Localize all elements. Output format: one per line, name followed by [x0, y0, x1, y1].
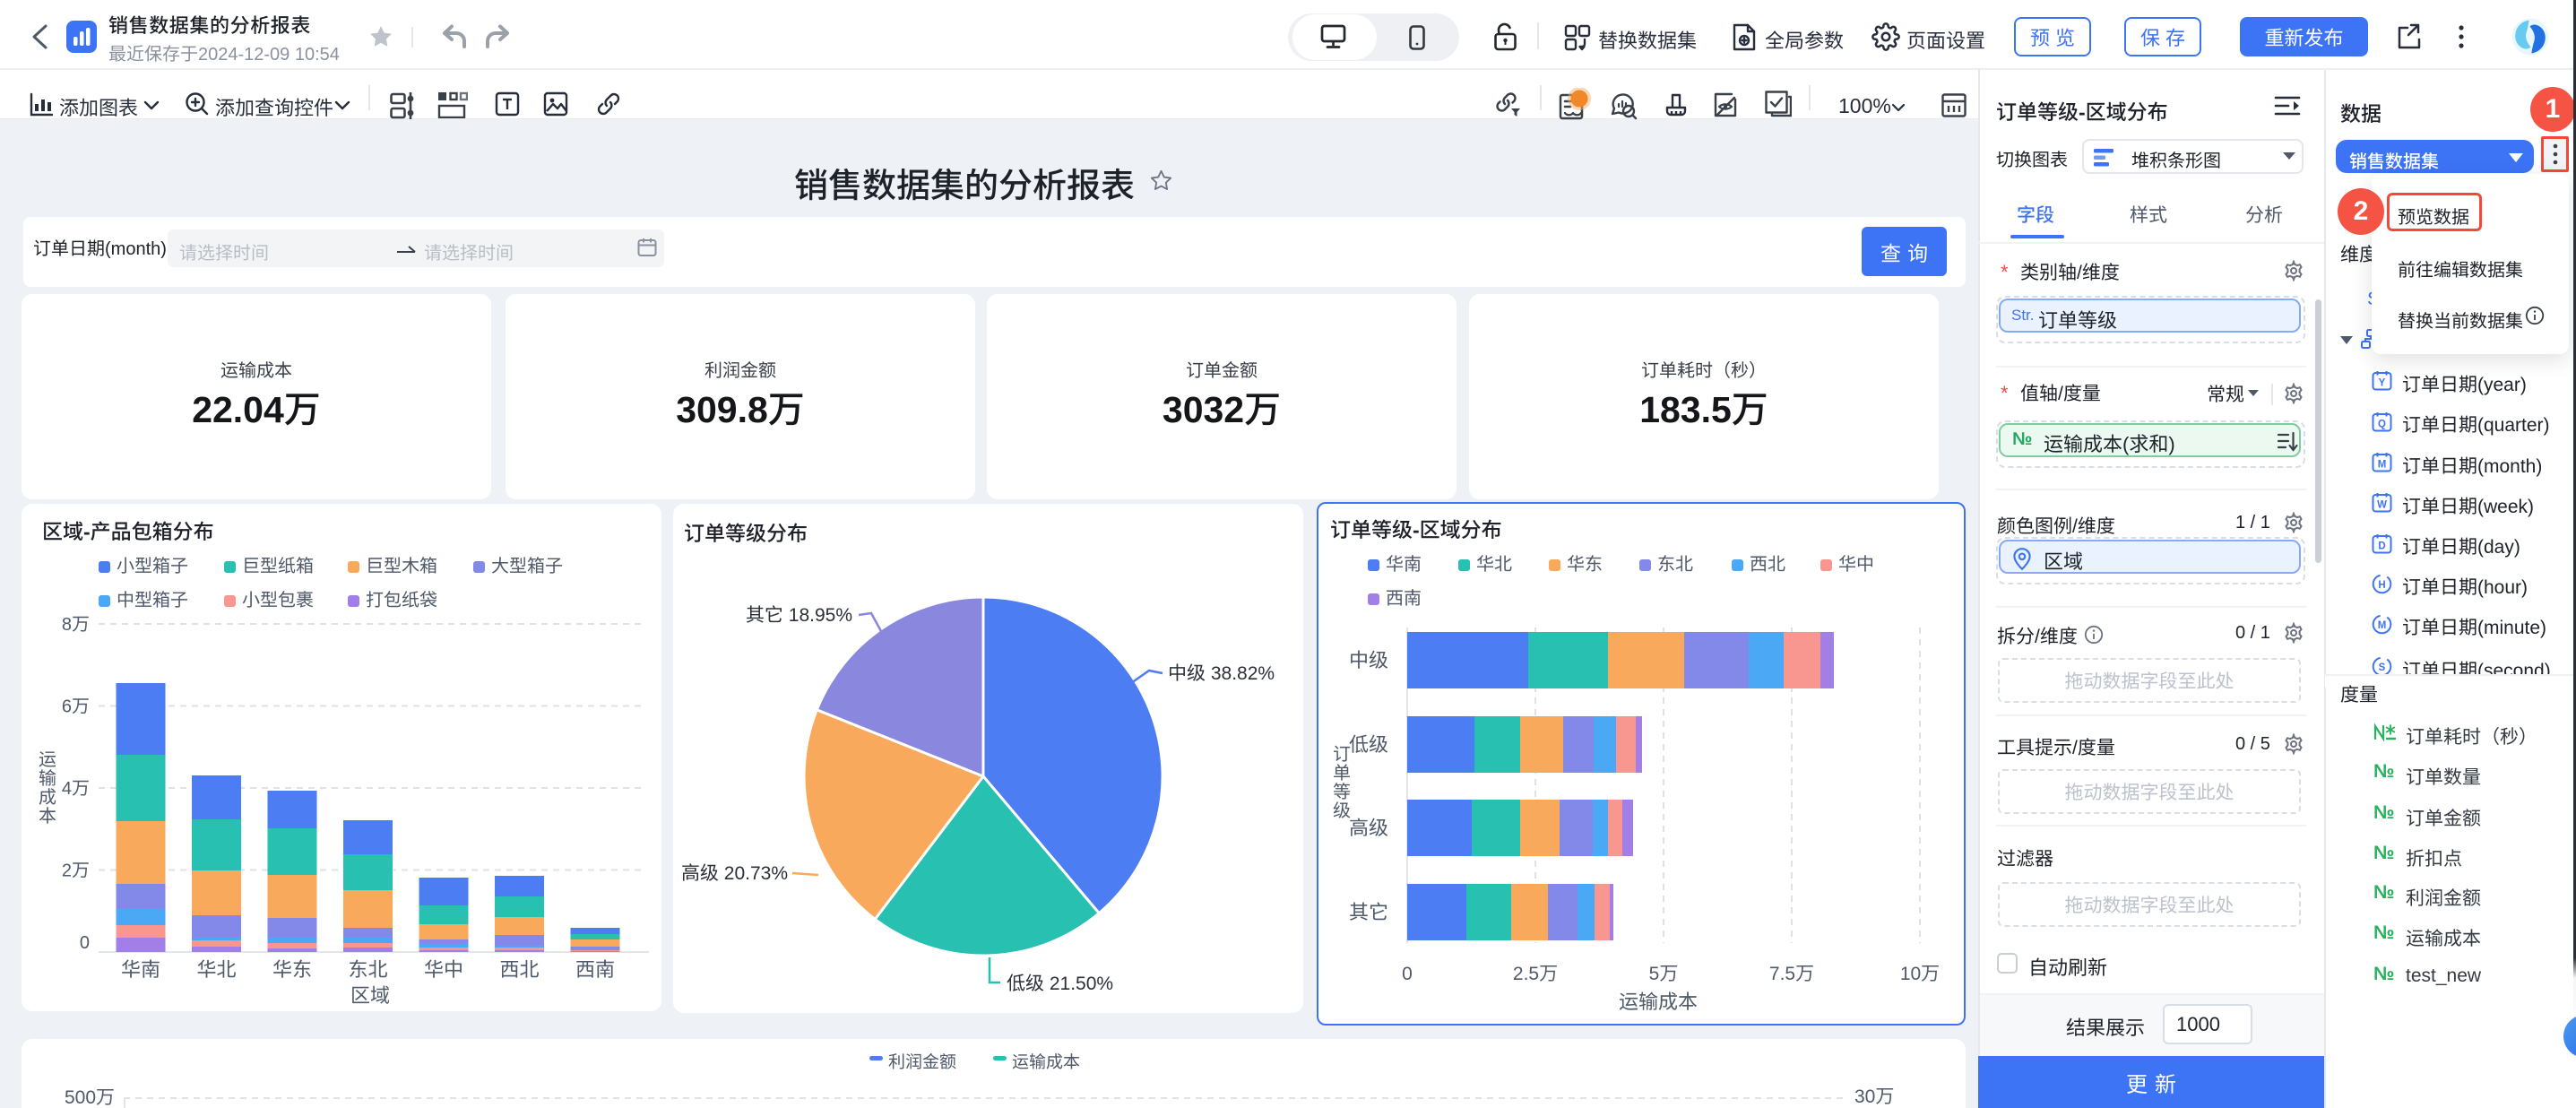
svg-text:华中: 华中 [424, 958, 463, 981]
svg-text:4万: 4万 [62, 779, 90, 799]
svg-text:运输成本: 运输成本 [1619, 991, 1698, 1013]
svg-text:巨型纸箱: 巨型纸箱 [242, 557, 314, 576]
svg-text:8万: 8万 [62, 615, 90, 635]
svg-text:Q: Q [2378, 420, 2386, 430]
svg-text:西北: 西北 [499, 958, 539, 981]
svg-text:东北: 东北 [1657, 555, 1693, 575]
svg-text:其它 18.95%: 其它 18.95% [746, 605, 852, 626]
svg-text:华南: 华南 [121, 958, 160, 981]
svg-text:中级 38.82%: 中级 38.82% [1168, 663, 1275, 684]
svg-text:5万: 5万 [1649, 964, 1679, 984]
svg-text:华中: 华中 [1838, 555, 1874, 575]
svg-text:华北: 华北 [196, 958, 236, 981]
svg-text:2.5万: 2.5万 [1513, 964, 1558, 984]
svg-text:高级 20.73%: 高级 20.73% [681, 863, 788, 884]
svg-text:高级: 高级 [1349, 817, 1388, 839]
svg-text:华东: 华东 [272, 958, 312, 981]
svg-text:区域: 区域 [350, 984, 390, 1007]
svg-text:西南: 西南 [1386, 589, 1422, 609]
svg-text:西北: 西北 [1750, 555, 1785, 575]
svg-text:W: W [2377, 500, 2387, 511]
svg-text:打包纸袋: 打包纸袋 [366, 591, 437, 610]
svg-text:0: 0 [80, 933, 90, 953]
svg-text:小型箱子: 小型箱子 [117, 557, 188, 576]
svg-text:其它: 其它 [1349, 901, 1388, 923]
svg-text:巨型木箱: 巨型木箱 [366, 557, 437, 576]
svg-text:2万: 2万 [62, 861, 90, 881]
svg-text:运输成本: 运输成本 [39, 750, 56, 827]
svg-text:H: H [2378, 580, 2385, 591]
svg-text:0: 0 [1402, 964, 1413, 984]
svg-text:小型包裹: 小型包裹 [242, 591, 314, 610]
svg-text:Y: Y [2379, 378, 2386, 389]
svg-text:中型箱子: 中型箱子 [117, 591, 188, 610]
svg-text:大型箱子: 大型箱子 [491, 557, 563, 576]
svg-text:6万: 6万 [62, 697, 90, 717]
svg-text:华东: 华东 [1567, 555, 1603, 575]
svg-text:东北: 东北 [348, 958, 387, 981]
svg-text:D: D [2378, 541, 2385, 552]
svg-text:10万: 10万 [1900, 964, 1940, 984]
svg-text:7.5万: 7.5万 [1769, 964, 1814, 984]
svg-text:S: S [2379, 662, 2386, 673]
svg-text:M: M [2378, 620, 2387, 631]
svg-text:M: M [2378, 460, 2387, 471]
svg-text:低级 21.50%: 低级 21.50% [1007, 974, 1113, 994]
svg-text:订单等级: 订单等级 [1333, 745, 1351, 821]
svg-text:华南: 华南 [1386, 555, 1422, 575]
svg-text:华北: 华北 [1476, 555, 1512, 575]
svg-text:中级: 中级 [1349, 649, 1388, 671]
svg-text:低级: 低级 [1349, 733, 1388, 756]
svg-text:西南: 西南 [575, 958, 615, 981]
